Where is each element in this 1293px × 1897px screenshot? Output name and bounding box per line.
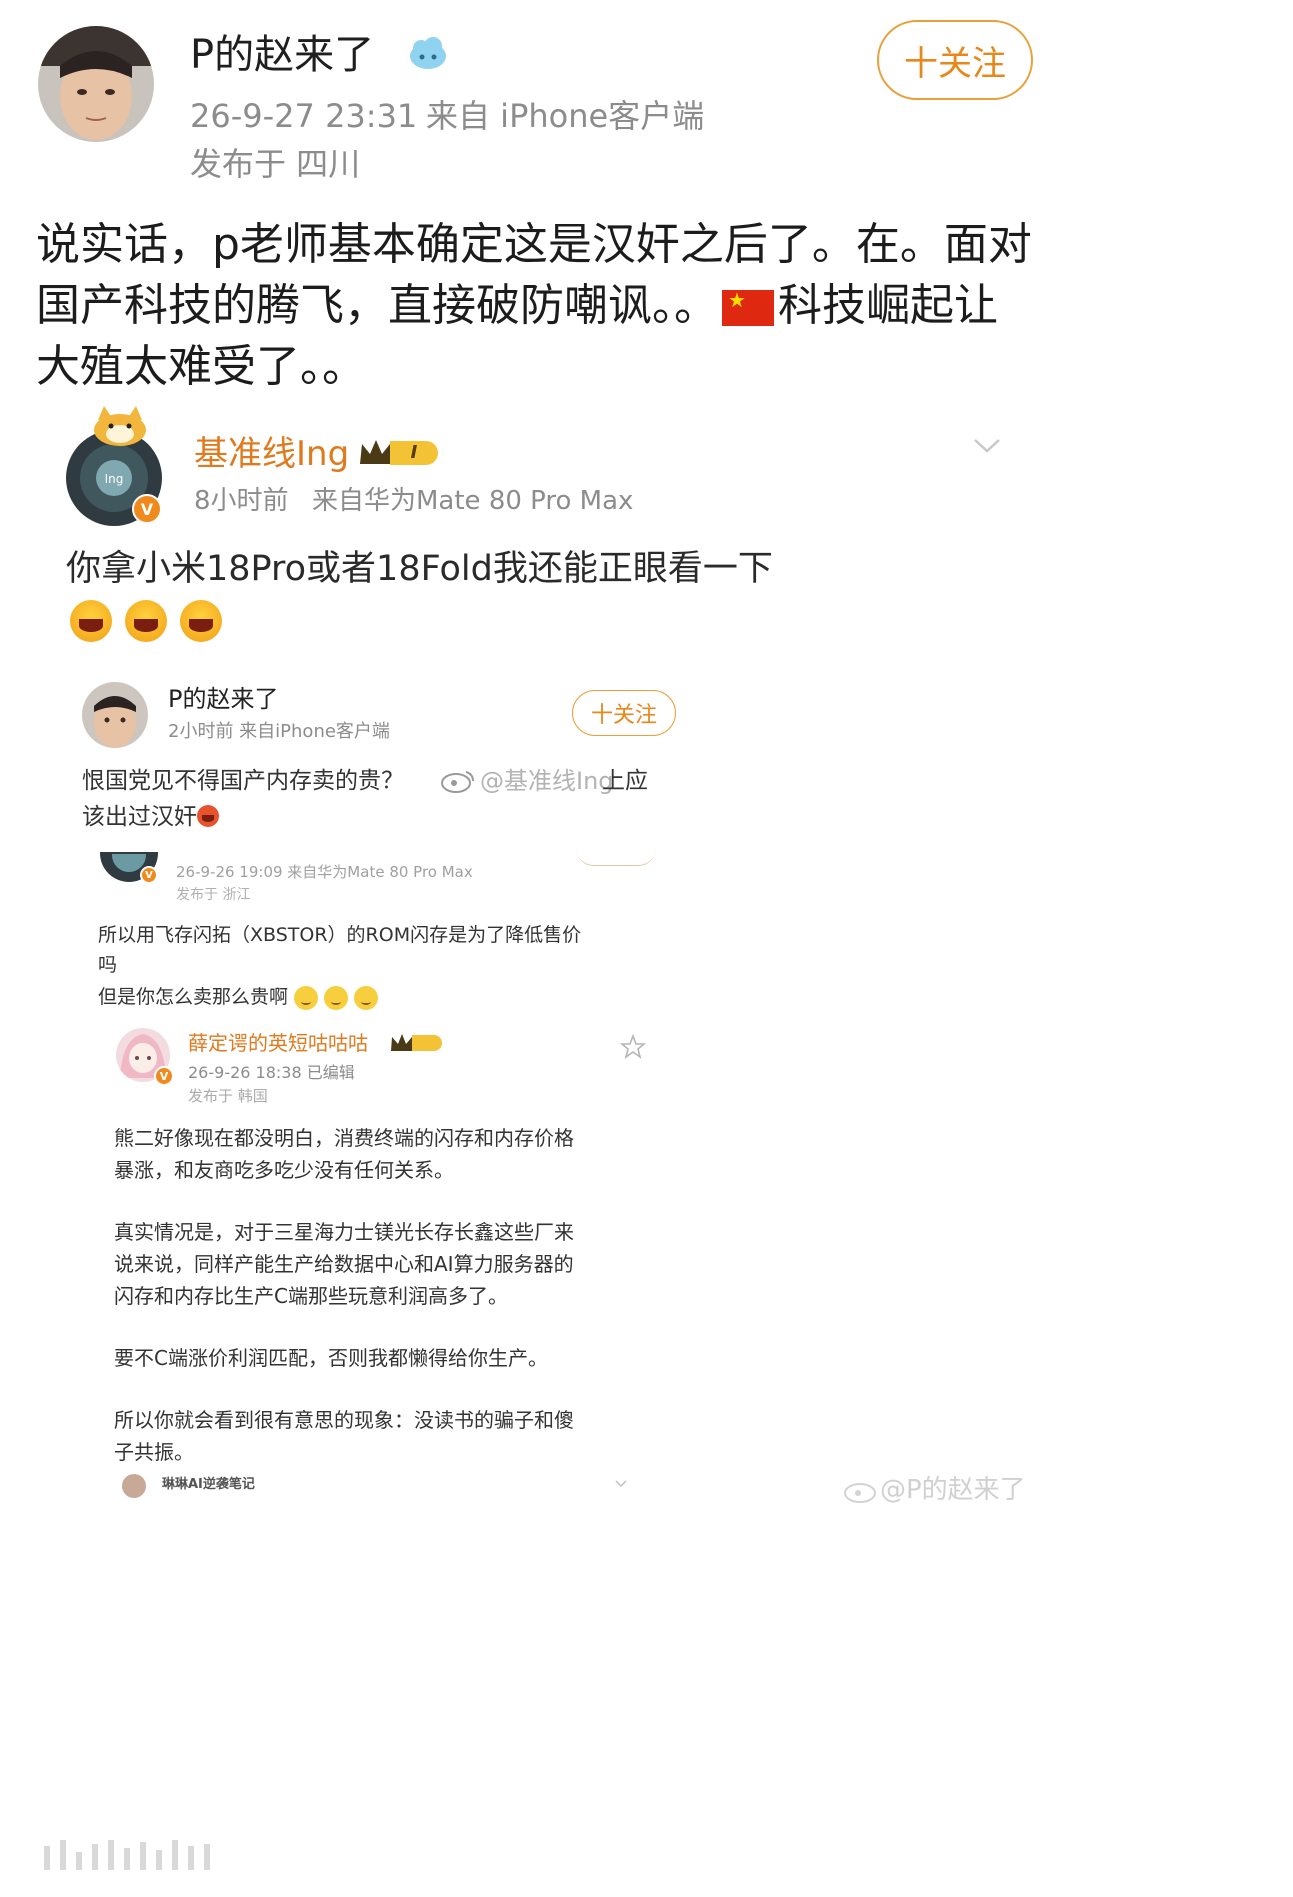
image-weibo-icon <box>842 1478 882 1504</box>
reply-p1-l2: 暴涨，和友商吃多吃少没有任何关系。 <box>114 1158 454 1182</box>
quoted-text: 你拿小米18Pro或者18Fold我还能正眼看一下 <box>66 549 773 589</box>
reply-p4-l2: 子共振。 <box>114 1440 194 1464</box>
quoted-time: 8小时前 <box>194 486 289 516</box>
china-flag-icon <box>722 288 774 326</box>
reply-p1-l1: 熊二好像现在都没明白，消费终端的闪存和内存价格 <box>114 1126 574 1150</box>
reply-meta-1: 26-9-26 18:38 已编辑 <box>188 1063 355 1082</box>
angry-emoji-icon <box>197 805 219 827</box>
inner-text-line1: 恨国党见不得国产内存卖的贵？ <box>82 768 404 794</box>
star-icon <box>619 1033 647 1060</box>
inner-author-avatar <box>82 682 148 748</box>
laugh-emoji-row <box>70 600 223 646</box>
reply-p3: 要不C端涨价利润匹配，否则我都懒得给你生产。 <box>114 1346 548 1370</box>
verified-v-icon: V <box>132 494 162 524</box>
nested-text-2: 吗 <box>98 954 118 976</box>
nested-text-3-text: 但是你怎么卖那么贵啊 <box>98 986 289 1008</box>
reply-author-name: 薛定谔的英短咕咕咕 <box>188 1031 368 1055</box>
footer-avatar <box>122 1474 146 1498</box>
inner-text-line1-tail: 上应 <box>602 768 648 794</box>
post-timestamp: 26-9-27 23:31 <box>190 97 418 135</box>
vip-level-text: I <box>390 441 438 465</box>
inner-time-source: 2小时前 来自iPhone客户端 <box>168 721 390 742</box>
nested-text-1: 所以用飞存闪拓（XBSTOR）的ROM闪存是为了降低售价 <box>98 924 582 946</box>
follow-button-label: 十关注 <box>904 43 1006 84</box>
image-watermark: @P的赵来了 <box>880 1475 1026 1505</box>
nested-meta-2: 发布于 浙江 <box>176 887 251 903</box>
inner-follow-label: 十关注 <box>590 703 657 728</box>
footer-author: 琳琳AI逆袭笔记 <box>162 1477 255 1492</box>
embedded-screenshot[interactable]: Ing V 基准线Ing I 8小时前 来自华为Mate 80 Pro Max … <box>36 400 1036 1530</box>
reply-p2-l2: 说来说，同样产能生产给数据中心和AI算力服务器的 <box>114 1252 574 1276</box>
laugh-cry-icon <box>180 600 223 642</box>
author-avatar[interactable] <box>38 26 154 142</box>
weibo-logo-icon <box>440 768 476 794</box>
inner-follow-button: 十关注 <box>572 690 676 736</box>
nested-meta-1: 26-9-26 19:09 来自华为Mate 80 Pro Max <box>176 863 473 881</box>
smile-icon <box>354 985 379 1010</box>
nested-text-3: 但是你怎么卖那么贵啊 <box>98 984 379 1010</box>
reply-p2-l3: 闪存和内存比生产C端那些玩意利润高多了。 <box>114 1284 508 1308</box>
follow-button[interactable]: 十关注 <box>877 20 1033 100</box>
inner-text-line2: 该出过汉奸 <box>82 802 219 832</box>
vip-level-badge: I <box>358 436 438 470</box>
scroll-indicator <box>44 1840 220 1870</box>
nested-verified-icon: V <box>140 866 158 884</box>
footer-chevron-icon <box>614 1474 628 1488</box>
post-source: 来自 iPhone客户端 <box>426 97 705 135</box>
reply-meta-2: 发布于 韩国 <box>188 1087 268 1105</box>
smile-icon <box>324 985 349 1010</box>
author-name[interactable]: P的赵来了 <box>190 30 374 80</box>
quoted-source: 来自华为Mate 80 Pro Max <box>312 486 634 516</box>
smile-icon <box>294 985 319 1010</box>
svg-text:Ing: Ing <box>105 472 124 486</box>
chevron-down-icon[interactable] <box>972 436 1002 456</box>
quoted-author-name[interactable]: 基准线Ing <box>194 434 349 474</box>
post-body: 说实话，p老师基本确定这是汉奸之后了。在。面对国产科技的腾飞，直接破防嘲讽。。科… <box>36 214 1036 397</box>
nested-follow-edge <box>576 848 656 866</box>
laugh-cry-icon <box>125 600 168 642</box>
reply-verified-icon: V <box>154 1066 174 1086</box>
reply-p2-l1: 真实情况是，对于三星海力士镁光长存长鑫这些厂来 <box>114 1220 574 1244</box>
verified-cloud-icon <box>408 36 448 70</box>
inner-text-line2-text: 该出过汉奸 <box>82 804 197 830</box>
reply-p4-l1: 所以你就会看到很有意思的现象：没读书的骗子和傻 <box>114 1408 574 1432</box>
reply-vip-badge <box>390 1032 442 1054</box>
screenshot-watermark: @基准线Ing <box>480 767 614 795</box>
inner-author-name: P的赵来了 <box>168 685 279 713</box>
shiba-sticker-icon <box>92 406 148 446</box>
post-location: 发布于 四川 <box>190 145 361 183</box>
laugh-cry-icon <box>70 600 112 642</box>
